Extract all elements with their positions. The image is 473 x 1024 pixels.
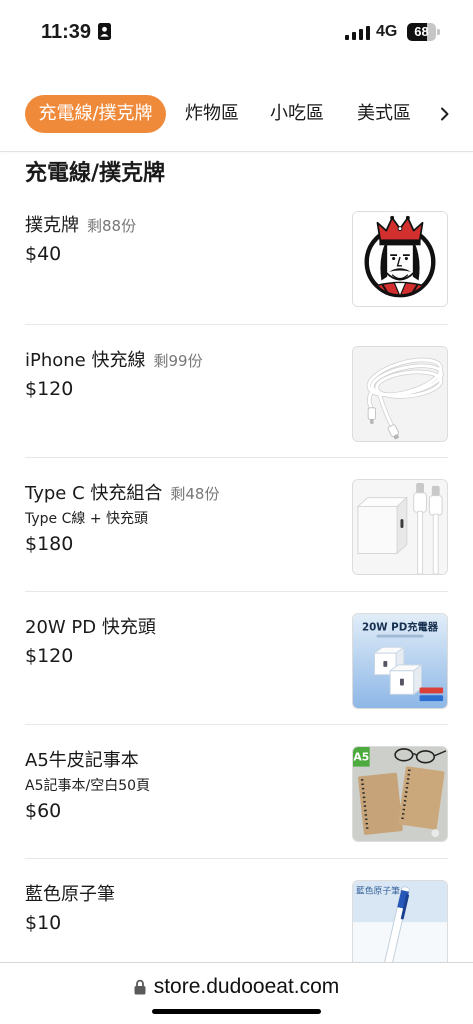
tab-charging-cables-poker[interactable]: 充電線/撲克牌 xyxy=(25,95,166,133)
category-tabs: 充電線/撲克牌 炸物區 小吃區 美式區 xyxy=(0,95,473,133)
tab-american[interactable]: 美式區 xyxy=(357,95,411,133)
product-image[interactable] xyxy=(352,345,448,442)
person-badge-icon xyxy=(98,23,111,40)
battery-icon: 68 xyxy=(407,23,440,41)
battery-body: 68 xyxy=(407,23,436,41)
product-item[interactable]: A5牛皮記事本 A5記事本/空白50頁 $60 A5 xyxy=(25,724,448,858)
chevron-right-icon[interactable] xyxy=(440,107,450,121)
a5-tag: A5 xyxy=(353,747,370,767)
king-playing-card-image xyxy=(353,212,447,306)
product-name: 藍色原子筆 xyxy=(25,883,115,905)
product-item[interactable]: 撲克牌 剩88份 $40 xyxy=(25,190,448,324)
caption-subline xyxy=(376,634,424,637)
tabs-divider xyxy=(0,151,473,152)
product-image[interactable]: 20W PD充電器 xyxy=(352,612,448,709)
paper-clip xyxy=(431,829,440,838)
product-item[interactable]: iPhone 快充線 剩99份 $120 xyxy=(25,323,448,458)
url-row[interactable]: store.dudooeat.com xyxy=(0,974,473,1000)
product-name: 20W PD 快充頭 xyxy=(25,616,156,638)
blue-pen-image: 藍色原子筆 xyxy=(353,880,447,962)
image-caption: A5 xyxy=(353,751,369,764)
battery-percentage: 68 xyxy=(414,24,429,39)
charger-and-cables-image xyxy=(353,480,447,574)
image-caption: 藍色原子筆 xyxy=(356,884,400,896)
stock-count: 剩48份 xyxy=(170,485,220,503)
product-image[interactable] xyxy=(352,211,448,307)
signal-bars-icon xyxy=(345,26,370,40)
product-image[interactable]: A5 xyxy=(352,746,448,842)
product-item[interactable]: 20W PD 快充頭 $120 20W PD充電器 xyxy=(25,590,448,725)
blue-tag xyxy=(419,694,444,701)
tab-fried-food[interactable]: 炸物區 xyxy=(185,95,239,133)
image-caption: 20W PD充電器 xyxy=(362,620,439,633)
network-type: 4G xyxy=(376,23,398,40)
section-title: 充電線/撲克牌 xyxy=(25,161,166,186)
red-tag xyxy=(419,686,444,693)
pd-charger-image: 20W PD充電器 xyxy=(353,613,447,708)
charger-cube xyxy=(356,496,409,555)
product-name: Type C 快充組合 xyxy=(25,483,163,504)
product-item[interactable]: Type C 快充組合 剩48份 Type C線 + 快充頭 $180 xyxy=(25,457,448,591)
lock-icon xyxy=(134,979,146,995)
status-bar: 11:39 4G 68 xyxy=(0,0,473,60)
product-item[interactable]: 藍色原子筆 $10 藍色原子筆 xyxy=(25,857,448,962)
home-indicator[interactable] xyxy=(152,1009,321,1014)
product-list[interactable]: 撲克牌 剩88份 $40 iPhone 快充線 剩99份 $120 Type C… xyxy=(0,190,473,962)
battery-tip xyxy=(437,29,440,35)
kraft-notebook-image: A5 xyxy=(353,747,447,841)
tab-snacks[interactable]: 小吃區 xyxy=(270,95,324,133)
white-charging-cable-image xyxy=(353,346,447,441)
url-text[interactable]: store.dudooeat.com xyxy=(154,974,340,1000)
product-image[interactable] xyxy=(352,479,448,575)
product-name: iPhone 快充線 xyxy=(25,349,146,371)
browser-address-bar[interactable]: store.dudooeat.com xyxy=(0,962,473,1024)
stock-count: 剩99份 xyxy=(153,351,203,370)
product-name: 撲克牌 xyxy=(25,215,79,236)
clock: 11:39 xyxy=(41,21,92,43)
product-name: A5牛皮記事本 xyxy=(25,750,139,771)
stock-count: 剩88份 xyxy=(87,217,137,235)
product-image[interactable]: 藍色原子筆 xyxy=(352,879,448,962)
